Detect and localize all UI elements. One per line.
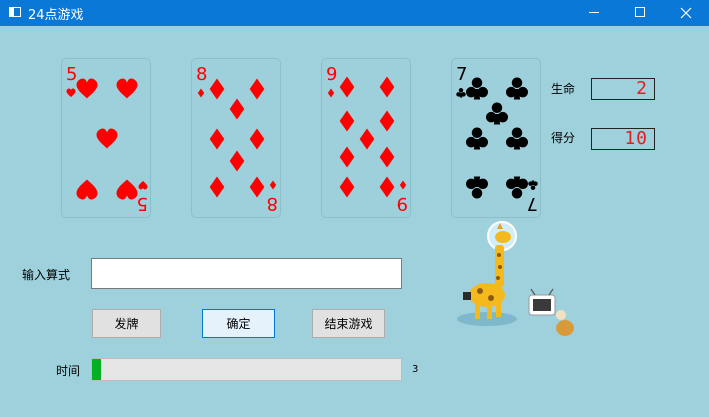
score-label: 得分 [551, 131, 576, 145]
diamonds-icon [209, 78, 225, 100]
window-icon [9, 7, 21, 17]
diamonds-icon [209, 128, 225, 150]
clubs-icon [528, 180, 538, 190]
hearts-icon [76, 78, 98, 99]
hearts-icon [116, 179, 138, 200]
diamonds-icon [379, 76, 395, 98]
lives-display: 2 [591, 78, 655, 100]
diamonds-icon [379, 146, 395, 168]
diamonds-icon [229, 150, 245, 172]
deal-button[interactable]: 发牌 [92, 309, 161, 338]
diamonds-icon [399, 180, 407, 190]
card-rank: 5 [66, 64, 77, 85]
giraffe-mascot-image [457, 221, 574, 336]
clubs-icon [505, 127, 529, 150]
hearts-icon [96, 128, 118, 149]
time-label: 时间 [56, 364, 81, 378]
hearts-icon [66, 88, 76, 98]
card-face: 77 [456, 64, 538, 214]
diamonds-icon [209, 176, 225, 198]
card-face: 55 [66, 64, 148, 214]
clubs-icon [505, 77, 529, 100]
clubs-icon [456, 88, 466, 98]
card-rank: 8 [267, 193, 278, 214]
card-rank: 7 [456, 64, 467, 85]
playing-card: 99 [321, 58, 411, 218]
score-display: 10 [591, 128, 655, 150]
end-game-button[interactable]: 结束游戏 [312, 309, 385, 338]
diamonds-icon [339, 110, 355, 132]
hearts-icon [116, 78, 138, 99]
diamonds-icon [339, 146, 355, 168]
formula-label: 输入算式 [22, 268, 71, 282]
playing-card: 55 [61, 58, 151, 218]
clubs-icon [485, 102, 509, 125]
diamonds-icon [249, 128, 265, 150]
playing-card: 88 [191, 58, 281, 218]
diamonds-icon [197, 88, 205, 98]
card-rank: 5 [137, 193, 148, 214]
formula-input[interactable] [91, 258, 402, 289]
card-rank: 7 [527, 193, 538, 214]
hearts-icon [76, 179, 98, 200]
card-rank: 9 [326, 64, 337, 85]
close-icon[interactable] [663, 0, 709, 26]
diamonds-icon [379, 176, 395, 198]
card-rank: 8 [196, 64, 207, 85]
hearts-icon [138, 180, 148, 190]
clubs-icon [465, 127, 489, 150]
diamonds-icon [359, 128, 375, 150]
diamonds-icon [339, 176, 355, 198]
maximize-icon[interactable] [617, 0, 663, 26]
diamonds-icon [229, 98, 245, 120]
card-face: 88 [196, 64, 278, 214]
lives-label: 生命 [551, 82, 576, 96]
diamonds-icon [327, 88, 335, 98]
minimize-icon[interactable] [571, 0, 617, 26]
card-face: 99 [326, 64, 408, 214]
diamonds-icon [249, 176, 265, 198]
title-bar: 24点游戏 [0, 0, 709, 26]
confirm-button[interactable]: 确定 [202, 309, 275, 338]
diamonds-icon [269, 180, 277, 190]
diamonds-icon [339, 76, 355, 98]
time-progress-fill [92, 359, 102, 380]
window-title: 24点游戏 [28, 8, 84, 23]
clubs-icon [505, 176, 529, 199]
diamonds-icon [379, 110, 395, 132]
clubs-icon [465, 77, 489, 100]
time-progress-bar [91, 358, 402, 381]
card-rank: 9 [397, 193, 408, 214]
diamonds-icon [249, 78, 265, 100]
playing-card: 77 [451, 58, 541, 218]
clubs-icon [465, 176, 489, 199]
time-value: 3 [412, 364, 419, 375]
